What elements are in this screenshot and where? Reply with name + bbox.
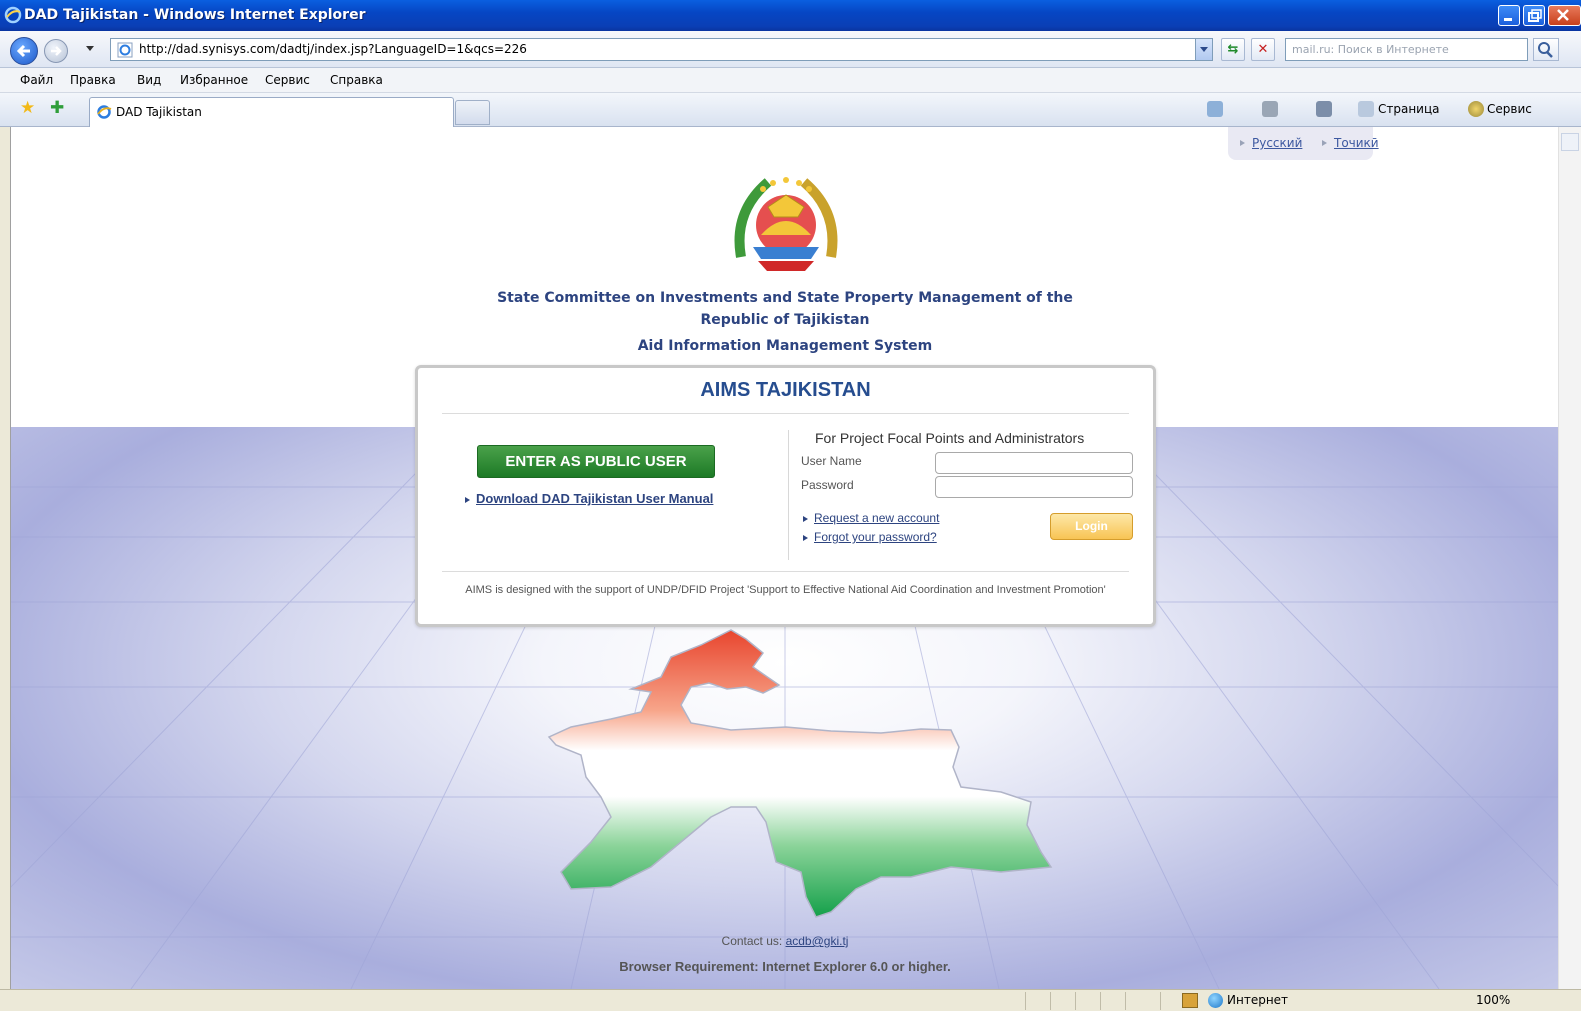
panel-title: AIMS TAJIKISTAN — [700, 379, 871, 401]
menu-tools[interactable]: Сервис — [265, 73, 310, 87]
minimize-icon — [1504, 18, 1512, 21]
add-favorites-icon[interactable]: ✚ — [50, 100, 64, 117]
search-icon — [1538, 42, 1553, 58]
tajikistan-map-image — [547, 629, 1053, 918]
internet-zone-icon — [1208, 993, 1223, 1008]
print-icon[interactable] — [1316, 101, 1332, 117]
forward-arrow-icon — [51, 46, 62, 56]
vertical-scrollbar[interactable] — [1558, 127, 1581, 989]
status-separator — [1025, 992, 1026, 1010]
address-url[interactable]: http://dad.synisys.com/dadtj/index.jsp?L… — [139, 42, 527, 56]
bullet-arrow-icon — [1240, 140, 1245, 146]
org-line-2: Republic of Tajikistan — [700, 312, 870, 328]
protected-mode-icon[interactable] — [1182, 993, 1198, 1008]
page-menu[interactable]: Страница — [1378, 102, 1440, 116]
contact-label: Contact us: — [721, 934, 783, 948]
menu-view[interactable]: Вид — [137, 73, 161, 87]
tab-bar: ★ ✚ DAD Tajikistan Страница Сервис — [0, 93, 1581, 127]
stop-button[interactable]: ✕ — [1251, 38, 1275, 61]
browser-requirement: Browser Requirement: Internet Explorer 6… — [619, 959, 951, 974]
stop-icon: ✕ — [1257, 42, 1269, 57]
window-titlebar[interactable]: DAD Tajikistan - Windows Internet Explor… — [0, 0, 1581, 31]
menu-bar: Файл Правка Вид Избранное Сервис Справка — [0, 68, 1581, 93]
minimize-button[interactable] — [1498, 5, 1520, 26]
menu-help[interactable]: Справка — [330, 73, 383, 87]
language-russian-link[interactable]: Русский — [1252, 136, 1302, 150]
username-input[interactable] — [935, 452, 1133, 474]
address-bar[interactable]: http://dad.synisys.com/dadtj/index.jsp?L… — [110, 38, 1213, 61]
menu-file[interactable]: Файл — [20, 73, 53, 87]
password-input[interactable] — [935, 476, 1133, 498]
address-toolbar: http://dad.synisys.com/dadtj/index.jsp?L… — [0, 31, 1581, 68]
status-separator — [1125, 992, 1126, 1010]
forgot-password-link[interactable]: Forgot your password? — [814, 530, 937, 544]
request-account-link[interactable]: Request a new account — [814, 511, 939, 525]
scroll-up-button[interactable] — [1561, 133, 1579, 151]
focal-points-heading: For Project Focal Points and Administrat… — [815, 430, 1085, 446]
contact-email-link[interactable]: acdb@gki.tj — [786, 934, 849, 948]
divider — [442, 413, 1129, 414]
language-tajik-link[interactable]: Точикӣ — [1334, 136, 1379, 150]
organization-title: State Committee on Investments and State… — [411, 287, 1159, 331]
contact-line: Contact us: acdb@gki.tj — [11, 934, 1558, 948]
bullet-arrow-icon — [803, 535, 808, 541]
org-line-1: State Committee on Investments and State… — [497, 290, 1073, 306]
tools-menu[interactable]: Сервис — [1487, 102, 1532, 116]
close-button[interactable] — [1548, 5, 1581, 26]
tab-dad-tajikistan[interactable]: DAD Tajikistan — [89, 97, 454, 127]
search-button[interactable] — [1533, 38, 1559, 61]
ie-logo-icon — [4, 6, 22, 24]
divider — [788, 430, 789, 560]
refresh-icon: ⇆ — [1227, 42, 1239, 57]
tab-label: DAD Tajikistan — [116, 105, 202, 119]
page-content: Русский Точикӣ State Committee on Invest… — [10, 127, 1558, 989]
status-separator — [1100, 992, 1101, 1010]
page-ie-icon — [117, 42, 133, 58]
bullet-arrow-icon — [465, 497, 470, 503]
history-dropdown-icon[interactable] — [86, 46, 94, 51]
bullet-arrow-icon — [803, 516, 808, 522]
status-separator — [1050, 992, 1051, 1010]
menu-edit[interactable]: Правка — [70, 73, 116, 87]
login-panel: AIMS TAJIKISTAN ENTER AS PUBLIC USER Dow… — [415, 365, 1156, 627]
address-dropdown-button[interactable] — [1195, 39, 1212, 60]
page-icon — [1358, 101, 1374, 117]
favorites-star-icon[interactable]: ★ — [20, 100, 35, 117]
window-title: DAD Tajikistan - Windows Internet Explor… — [24, 7, 366, 23]
gear-icon — [1468, 101, 1484, 117]
new-tab-button[interactable] — [455, 100, 490, 125]
zoom-level[interactable]: 100% — [1476, 993, 1510, 1007]
search-input[interactable]: mail.ru: Поиск в Интернете — [1285, 38, 1528, 61]
enter-as-public-user-button[interactable]: ENTER AS PUBLIC USER — [477, 445, 715, 478]
home-icon[interactable] — [1207, 101, 1223, 117]
tab-ie-icon — [97, 105, 112, 119]
bullet-arrow-icon — [1322, 140, 1327, 146]
password-label: Password — [801, 478, 854, 492]
username-label: User Name — [801, 454, 862, 468]
support-note: AIMS is designed with the support of UND… — [465, 584, 1106, 596]
back-arrow-icon — [16, 44, 30, 58]
security-zone-label[interactable]: Интернет — [1227, 993, 1288, 1007]
refresh-button[interactable]: ⇆ — [1221, 38, 1245, 61]
search-placeholder: mail.ru: Поиск в Интернете — [1292, 43, 1449, 56]
system-name: Aid Information Management System — [637, 338, 933, 354]
status-separator — [1160, 992, 1161, 1010]
restore-button[interactable] — [1523, 5, 1545, 26]
download-manual-link[interactable]: Download DAD Tajikistan User Manual — [476, 491, 713, 506]
divider — [442, 571, 1129, 572]
status-bar: Интернет 100% — [0, 989, 1581, 1011]
close-icon — [1557, 9, 1569, 21]
status-separator — [1075, 992, 1076, 1010]
forward-button[interactable] — [44, 39, 68, 63]
restore-icon — [1528, 9, 1542, 22]
back-button[interactable] — [10, 37, 38, 65]
tajikistan-emblem-icon — [734, 177, 838, 271]
login-button[interactable]: Login — [1050, 513, 1133, 540]
feeds-icon[interactable] — [1262, 101, 1278, 117]
menu-favorites[interactable]: Избранное — [180, 73, 248, 87]
language-switcher: Русский Точикӣ — [1228, 127, 1379, 160]
